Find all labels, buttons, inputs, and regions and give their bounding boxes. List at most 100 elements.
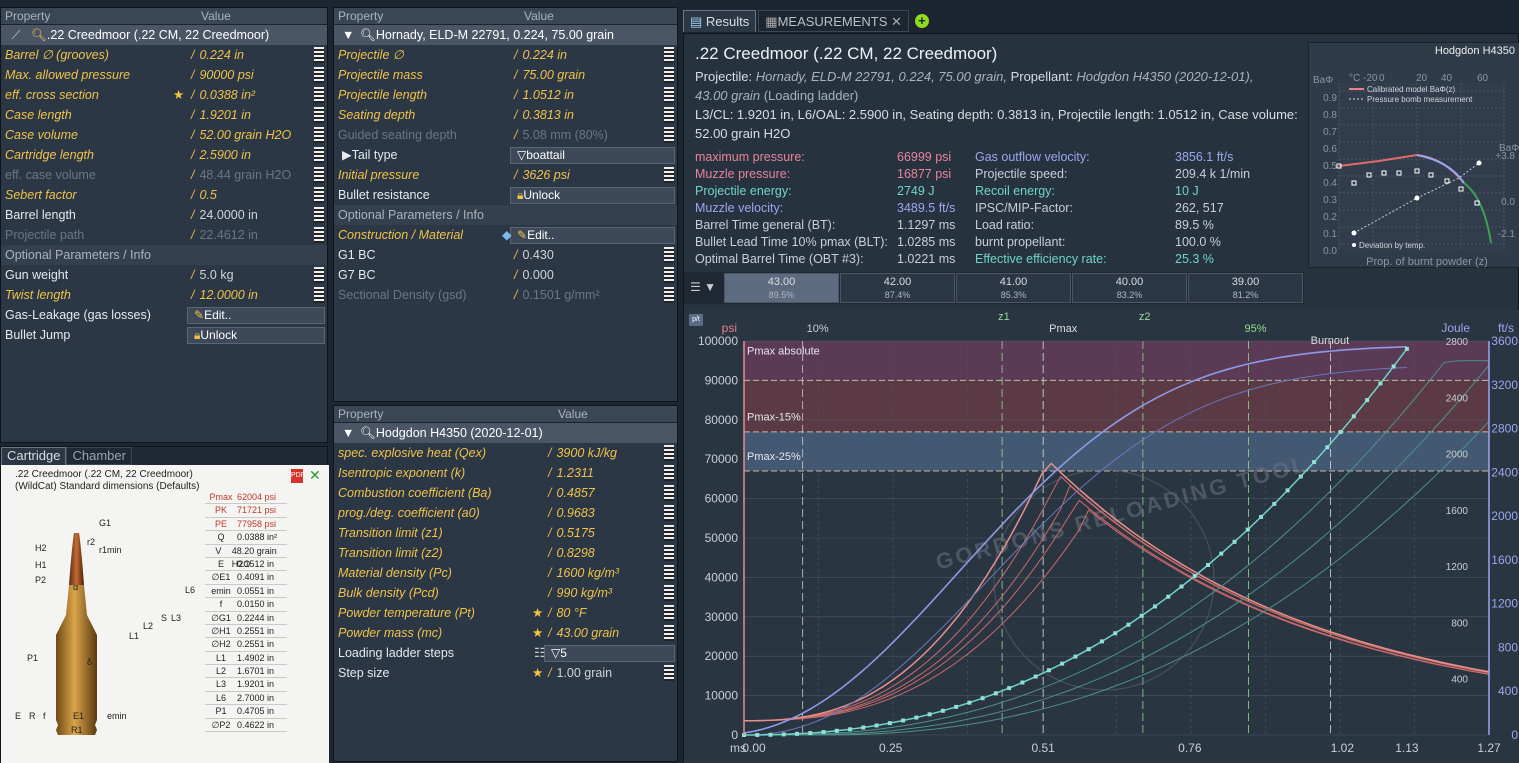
property-row: Projectile ∅ 0.224 in (334, 45, 677, 65)
ladder-step[interactable]: 39.00 81.2% (1188, 273, 1303, 303)
scroll-grip[interactable] (664, 287, 674, 303)
tab-cartridge[interactable]: Cartridge (1, 447, 67, 465)
mini-y-tick: 0.0 (1323, 246, 1337, 257)
property-row[interactable]: Construction / Material ✎Edit.. ◆ (334, 225, 677, 245)
star-icon[interactable]: ★ (173, 85, 184, 105)
scroll-grip[interactable] (664, 565, 674, 581)
dimension-value: 0.0388 in² (237, 532, 278, 543)
ladder-step[interactable]: 41.00 85.3% (956, 273, 1071, 303)
dimension-name: L2 (215, 666, 226, 677)
fts-tick: 800 (1498, 640, 1518, 654)
scroll-grip[interactable] (314, 87, 324, 103)
edit-button[interactable]: ✎Edit.. (187, 307, 325, 324)
scroll-grip[interactable] (664, 247, 674, 263)
property-row: Transition limit (z2) 0.8298 (334, 543, 677, 563)
property-value: 0.000 (514, 265, 553, 285)
property-label: Barrel ∅ (grooves) (5, 48, 109, 62)
edit-button[interactable]: ✎Edit.. (510, 227, 675, 244)
dropdown-ladder-steps[interactable]: ▽5 (544, 645, 675, 662)
star-icon[interactable]: ★ (532, 603, 543, 623)
scroll-grip[interactable] (664, 87, 674, 103)
scroll-grip[interactable] (314, 127, 324, 143)
scroll-grip[interactable] (314, 207, 324, 223)
x-tick: 1.27 (1477, 741, 1501, 755)
tab-measurements[interactable]: ▦MEASUREMENTS ✕ (758, 10, 909, 32)
scroll-grip[interactable] (664, 127, 674, 143)
dropdown-tail-type[interactable]: ▽boattail (510, 147, 675, 164)
ladder-step[interactable]: 42.00 87.4% (840, 273, 955, 303)
chevron-down-icon: ▼ (342, 426, 355, 440)
ladder-menu-icon[interactable]: ☰ ▼ (690, 280, 716, 294)
close-tab-icon[interactable]: ✕ (891, 14, 902, 29)
property-row: Bulk density (Pcd) 990 kg/m³ (334, 583, 677, 603)
property-row[interactable]: Bullet resistance 🔒︎Unlock (334, 185, 677, 205)
property-row[interactable]: Gas-Leakage (gas losses) ✎Edit.. (1, 305, 327, 325)
dimension-label: G1 (99, 518, 112, 528)
property-row[interactable]: Loading ladder steps ▽5 ☷ (334, 643, 677, 663)
scroll-grip[interactable] (314, 67, 324, 83)
results-right-values: Gas outflow velocity: 3856.1 ft/s Projecti… (975, 149, 1290, 268)
property-row: Barrel length 24.0000 in (1, 205, 327, 225)
scroll-grip[interactable] (664, 605, 674, 621)
energy-point (1007, 686, 1012, 691)
pdf-icon[interactable]: PDF (291, 469, 305, 483)
results-description: Projectile: Hornady, ELD-M 22791, 0.224,… (695, 69, 1298, 141)
add-tab-icon[interactable]: + (914, 14, 929, 28)
energy-point (874, 723, 879, 728)
property-row: Case volume 52.00 grain H2O (1, 125, 327, 145)
info-icon[interactable]: ◆ (502, 225, 512, 245)
ladder-step[interactable]: 43.00 89.5% (724, 273, 839, 303)
dimension-name: ∅G1 (211, 612, 231, 623)
tab-results[interactable]: ▤ Results (683, 10, 757, 32)
energy-point (927, 712, 932, 717)
scroll-grip[interactable] (664, 525, 674, 541)
scroll-grip[interactable] (664, 67, 674, 83)
scroll-grip[interactable] (664, 585, 674, 601)
cartridge-selector[interactable]: ⟋ 🔍︎ .22 Creedmoor (.22 CM, 22 Creedmoor) (1, 25, 327, 45)
property-row: Twist length 12.0000 in (1, 285, 327, 305)
star-icon[interactable]: ★ (532, 663, 543, 683)
scroll-grip[interactable] (664, 267, 674, 283)
scroll-grip[interactable] (664, 47, 674, 63)
scroll-grip[interactable] (314, 267, 324, 283)
result-value: 2749 J (897, 184, 935, 198)
scroll-grip[interactable] (664, 485, 674, 501)
star-icon[interactable]: ★ (532, 623, 543, 643)
scroll-grip[interactable] (314, 167, 324, 183)
scroll-grip[interactable] (664, 465, 674, 481)
scroll-grip[interactable] (664, 625, 674, 641)
powder-selector[interactable]: ▼ 🔍︎ Hodgdon H4350 (2020-12-01) (334, 423, 677, 443)
scroll-grip[interactable] (314, 287, 324, 303)
tab-chamber[interactable]: Chamber (66, 447, 132, 465)
band-label: Pmax-15% (747, 412, 801, 424)
fts-tick: 3200 (1491, 378, 1518, 392)
unlock-button[interactable]: 🔒︎Unlock (187, 327, 325, 344)
cartridge-view-title: .22 Creedmoor (.22 CM, 22 Creedmoor) (15, 469, 193, 480)
scroll-grip[interactable] (664, 505, 674, 521)
scroll-grip[interactable] (664, 445, 674, 461)
property-value: 0.3813 in (514, 105, 573, 125)
powder-property-panel: Property Value ▼ 🔍︎ Hodgdon H4350 (2020-12-… (333, 405, 678, 762)
value-text: 48.44 grain H2O (199, 168, 292, 182)
projectile-selector[interactable]: ▼ 🔍︎ Hornady, ELD-M 22791, 0.224, 75.00 gr… (334, 25, 677, 45)
close-view-icon[interactable]: ✕ (309, 467, 321, 484)
scroll-grip[interactable] (314, 107, 324, 123)
scroll-grip[interactable] (664, 107, 674, 123)
scroll-grip[interactable] (664, 665, 674, 681)
energy-point (980, 696, 985, 701)
property-row[interactable]: ▶Tail type★▽boattail (334, 145, 843, 165)
scroll-grip[interactable] (314, 147, 324, 163)
value-text: 2.5900 in (199, 148, 251, 162)
energy-point (1404, 346, 1409, 351)
property-label: Projectile length (338, 88, 427, 102)
unlock-button[interactable]: 🔒︎Unlock (510, 187, 675, 204)
scroll-grip[interactable] (314, 187, 324, 203)
scroll-grip[interactable] (664, 545, 674, 561)
property-label: Sectional Density (gsd) (338, 288, 467, 302)
property-value: 1600 kg/m³ (548, 563, 619, 583)
scroll-grip[interactable] (664, 167, 674, 183)
ladder-step[interactable]: 40.00 83.2% (1072, 273, 1187, 303)
scroll-grip[interactable] (314, 227, 324, 243)
scroll-grip[interactable] (314, 47, 324, 63)
property-row[interactable]: Bullet Jump 🔒︎Unlock (1, 325, 327, 345)
